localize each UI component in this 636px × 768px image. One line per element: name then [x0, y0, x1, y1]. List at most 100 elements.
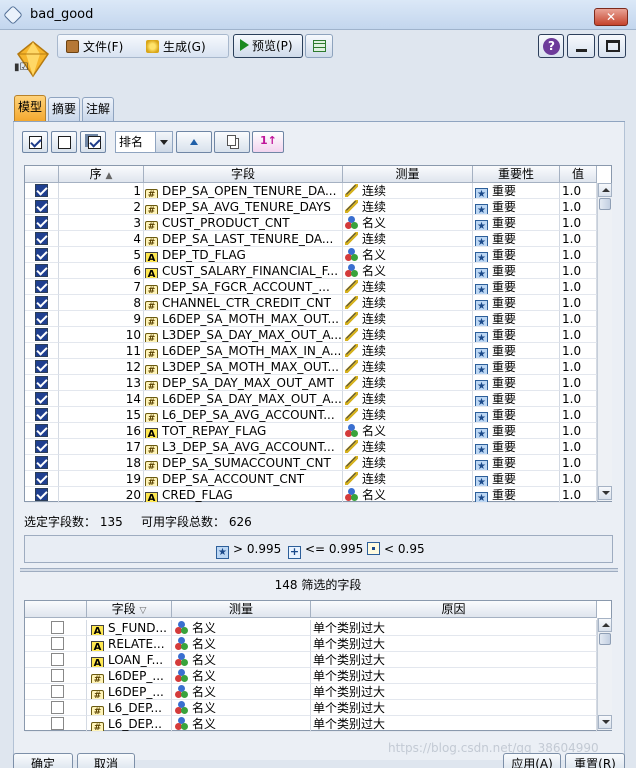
row-checkbox[interactable]	[51, 717, 64, 730]
maximize-button[interactable]	[598, 34, 626, 58]
generate-menu[interactable]: 生成(G)	[146, 38, 206, 56]
table-row[interactable]: A LOAN_F... 名义 单个类别过大	[25, 652, 597, 668]
numeric-type-icon: #	[145, 349, 158, 358]
table-row[interactable]: 3 # CUST_PRODUCT_CNT 名义 ★ 重要 1.0	[25, 215, 597, 231]
table-row[interactable]: # L6_DEP... 名义 单个类别过大	[25, 716, 597, 732]
table-row[interactable]: 14 # L6DEP_SA_DAY_MAX_OUT_A... 连续 ★ 重要 1.0	[25, 391, 597, 407]
preview-button[interactable]: 预览(P)	[233, 34, 303, 58]
table-row[interactable]: 17 # L3_DEP_SA_AVG_ACCOUNT... 连续 ★ 重要 1.0	[25, 439, 597, 455]
tab-annotation[interactable]: 注解	[82, 97, 114, 121]
table-row[interactable]: 20 A CRED_FLAG 名义 ★ 重要 1.0	[25, 487, 597, 503]
row-checkbox[interactable]	[35, 280, 48, 293]
row-checkbox[interactable]	[35, 184, 48, 197]
row-checkbox[interactable]	[35, 264, 48, 277]
table-output-button[interactable]	[305, 34, 333, 58]
help-button[interactable]: ?	[538, 34, 564, 58]
row-checkbox[interactable]	[35, 376, 48, 389]
scroll-up-icon[interactable]	[598, 183, 612, 197]
scroll-thumb[interactable]	[599, 198, 611, 210]
table-row[interactable]: 4 # DEP_SA_LAST_TENURE_DA... 连续 ★ 重要 1.0	[25, 231, 597, 247]
apply-button[interactable]: 应用(A)	[503, 753, 561, 768]
table-row[interactable]: 11 # L6DEP_SA_MOTH_MAX_IN_A... 连续 ★ 重要 1.0	[25, 343, 597, 359]
measure-cell: 名义	[172, 716, 311, 732]
copy-button[interactable]	[214, 131, 250, 153]
column-header-importance[interactable]: 重要性	[473, 166, 560, 183]
tab-summary[interactable]: 摘要	[48, 97, 80, 121]
row-checkbox[interactable]	[35, 296, 48, 309]
table-row[interactable]: 16 A TOT_REPAY_FLAG 名义 ★ 重要 1.0	[25, 423, 597, 439]
row-checkbox[interactable]	[35, 248, 48, 261]
column-header-rank[interactable]: 序 ▲	[59, 166, 144, 183]
table-row[interactable]: # L6DEP_... 名义 单个类别过大	[25, 668, 597, 684]
column-header-field[interactable]: 字段 ▽	[87, 601, 172, 618]
row-checkbox[interactable]	[35, 456, 48, 469]
row-checkbox[interactable]	[35, 472, 48, 485]
table-row[interactable]: 13 # DEP_SA_DAY_MAX_OUT_AMT 连续 ★ 重要 1.0	[25, 375, 597, 391]
column-header-reason[interactable]: 原因	[311, 601, 597, 618]
table-row[interactable]: # L6_DEP... 名义 单个类别过大	[25, 700, 597, 716]
table-row[interactable]: 1 # DEP_SA_OPEN_TENURE_DA... 连续 ★ 重要 1.0	[25, 183, 597, 199]
column-header-measure[interactable]: 测量	[172, 601, 311, 618]
table-row[interactable]: 8 # CHANNEL_CTR_CREDIT_CNT 连续 ★ 重要 1.0	[25, 295, 597, 311]
tab-model[interactable]: 模型	[14, 95, 46, 121]
row-checkbox[interactable]	[51, 701, 64, 714]
row-checkbox[interactable]	[35, 424, 48, 437]
table-row[interactable]: 19 # DEP_SA_ACCOUNT_CNT 连续 ★ 重要 1.0	[25, 471, 597, 487]
table-row[interactable]: # L6DEP_... 名义 单个类别过大	[25, 684, 597, 700]
uncheck-all-button[interactable]	[51, 131, 77, 153]
table-row[interactable]: 6 A CUST_SALARY_FINANCIAL_F... 名义 ★ 重要 1.0	[25, 263, 597, 279]
table-row[interactable]: 2 # DEP_SA_AVG_TENURE_DAYS 连续 ★ 重要 1.0	[25, 199, 597, 215]
chevron-down-icon[interactable]	[155, 132, 172, 152]
row-checkbox[interactable]	[35, 200, 48, 213]
row-checkbox[interactable]	[51, 637, 64, 650]
row-checkbox[interactable]	[35, 488, 48, 501]
close-button[interactable]: ✕	[594, 8, 628, 26]
file-menu[interactable]: 文件(F)	[66, 38, 123, 56]
column-header-field[interactable]: 字段	[144, 166, 343, 183]
row-checkbox[interactable]	[35, 440, 48, 453]
table-row[interactable]: 18 # DEP_SA_SUMACCOUNT_CNT 连续 ★ 重要 1.0	[25, 455, 597, 471]
row-checkbox[interactable]	[51, 685, 64, 698]
column-header-value[interactable]: 值	[560, 166, 597, 183]
row-checkbox[interactable]	[35, 408, 48, 421]
field-cell: A DEP_TD_FLAG	[144, 247, 343, 263]
row-checkbox[interactable]	[51, 621, 64, 634]
scroll-thumb[interactable]	[599, 633, 611, 645]
field-cell: # L6DEP_...	[87, 684, 172, 700]
row-checkbox[interactable]	[35, 232, 48, 245]
panel-splitter[interactable]	[20, 568, 618, 572]
row-checkbox[interactable]	[35, 328, 48, 341]
scroll-down-icon[interactable]	[598, 486, 612, 500]
nominal-icon	[345, 264, 358, 277]
row-checkbox[interactable]	[35, 312, 48, 325]
vertical-scrollbar[interactable]	[597, 183, 612, 501]
vertical-scrollbar[interactable]	[597, 618, 612, 730]
scroll-up-icon[interactable]	[598, 618, 612, 632]
row-checkbox[interactable]	[35, 216, 48, 229]
table-row[interactable]: 7 # DEP_SA_FGCR_ACCOUNT_... 连续 ★ 重要 1.0	[25, 279, 597, 295]
table-row[interactable]: 5 A DEP_TD_FLAG 名义 ★ 重要 1.0	[25, 247, 597, 263]
table-row[interactable]: 15 # L6_DEP_SA_AVG_ACCOUNT... 连续 ★ 重要 1.0	[25, 407, 597, 423]
column-header-measure[interactable]: 测量	[343, 166, 473, 183]
sort-by-rank-button[interactable]: 1↑	[252, 131, 284, 153]
measure-cell: 连续	[343, 311, 473, 327]
table-row[interactable]: A RELATE... 名义 单个类别过大	[25, 636, 597, 652]
cancel-button[interactable]: 取消	[77, 753, 135, 768]
ok-button[interactable]: 确定	[13, 753, 73, 768]
sort-ascending-button[interactable]	[176, 131, 212, 153]
scroll-down-icon[interactable]	[598, 715, 612, 729]
table-row[interactable]: 10 # L3DEP_SA_DAY_MAX_OUT_A... 连续 ★ 重要 1.0	[25, 327, 597, 343]
row-checkbox[interactable]	[35, 360, 48, 373]
check-selected-button[interactable]	[80, 131, 106, 153]
row-checkbox[interactable]	[35, 344, 48, 357]
minimize-button[interactable]	[567, 34, 595, 58]
sort-select[interactable]: 排名	[115, 131, 173, 153]
table-row[interactable]: 12 # L3DEP_SA_MOTH_MAX_OUT... 连续 ★ 重要 1.0	[25, 359, 597, 375]
check-all-button[interactable]	[22, 131, 48, 153]
row-checkbox[interactable]	[51, 669, 64, 682]
row-checkbox[interactable]	[35, 392, 48, 405]
reset-button[interactable]: 重置(R)	[565, 753, 625, 768]
row-checkbox[interactable]	[51, 653, 64, 666]
table-row[interactable]: A S_FUND... 名义 单个类别过大	[25, 620, 597, 636]
table-row[interactable]: 9 # L6DEP_SA_MOTH_MAX_OUT... 连续 ★ 重要 1.0	[25, 311, 597, 327]
